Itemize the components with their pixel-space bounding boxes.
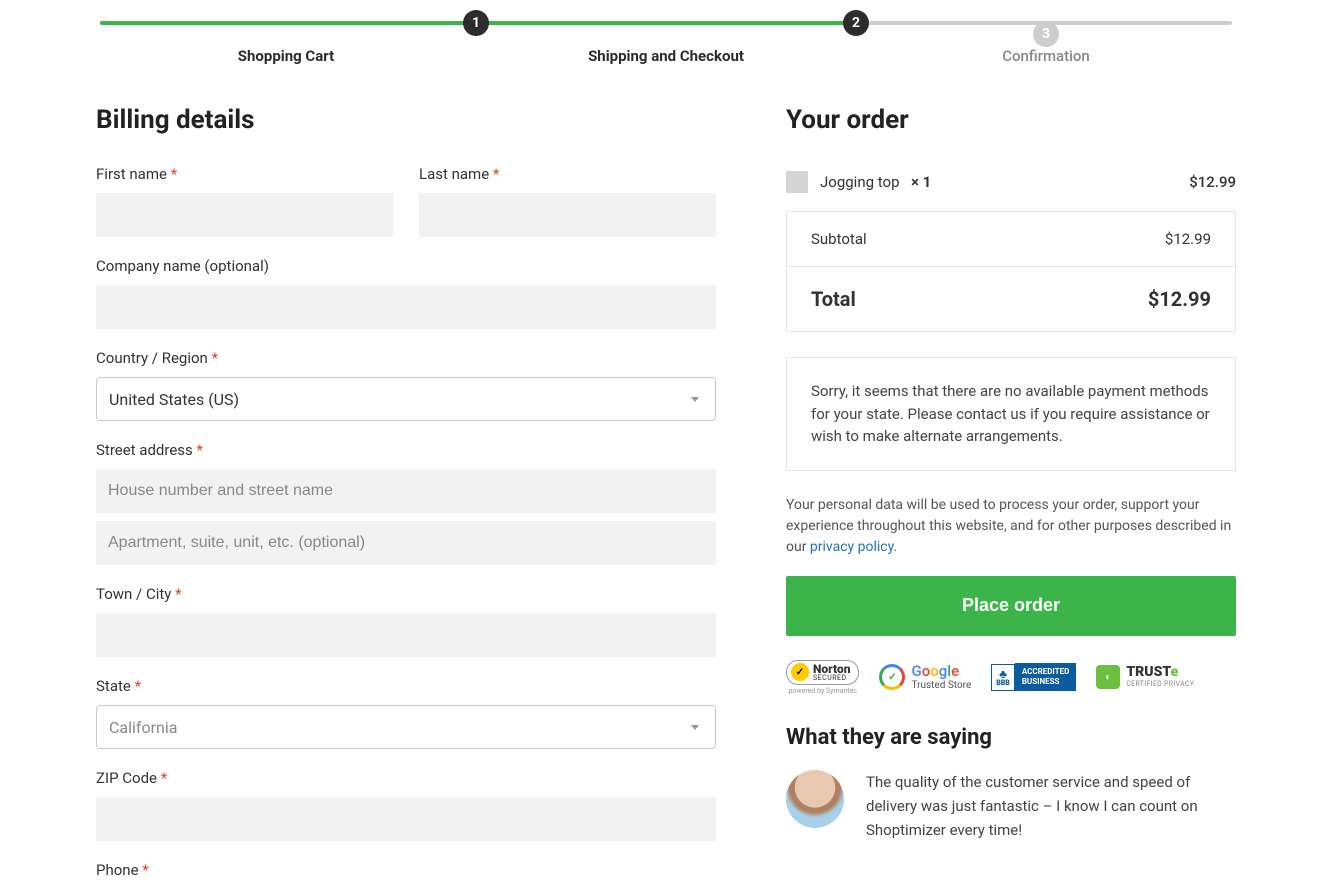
label-street: Street address * xyxy=(96,441,716,459)
privacy-text: Your personal data will be used to proce… xyxy=(786,495,1236,558)
product-price: $12.99 xyxy=(1189,173,1236,191)
step-label: Confirmation xyxy=(856,47,1236,65)
privacy-policy-link[interactable]: privacy policy xyxy=(810,539,894,555)
label-phone: Phone * xyxy=(96,861,716,879)
testimonial: The quality of the customer service and … xyxy=(786,770,1236,842)
label-zip: ZIP Code * xyxy=(96,769,716,787)
order-totals: Subtotal $12.99 Total $12.99 xyxy=(786,211,1236,332)
address1-field[interactable] xyxy=(96,469,716,513)
address2-field[interactable] xyxy=(96,521,716,565)
total-label: Total xyxy=(811,287,856,311)
subtotal-value: $12.99 xyxy=(1165,230,1211,248)
label-country: Country / Region * xyxy=(96,349,716,367)
label-first-name: First name * xyxy=(96,165,393,183)
country-select[interactable]: United States (US) xyxy=(96,377,716,421)
google-trusted-badge: ✓ Google Trusted Store xyxy=(879,663,971,691)
order-heading: Your order xyxy=(786,105,1236,135)
label-company: Company name (optional) xyxy=(96,257,716,275)
product-name: Jogging top xyxy=(820,173,900,191)
checkmark-icon: ✓ xyxy=(879,664,905,690)
chevron-down-icon xyxy=(691,397,699,402)
step-label: Shipping and Checkout xyxy=(476,47,856,65)
product-qty: × 1 xyxy=(911,173,931,191)
city-field[interactable] xyxy=(96,613,716,657)
country-value: United States (US) xyxy=(109,390,239,409)
subtotal-label: Subtotal xyxy=(811,230,867,248)
company-field[interactable] xyxy=(96,285,716,329)
label-state: State * xyxy=(96,677,716,695)
state-select[interactable]: California xyxy=(96,705,716,749)
first-name-field[interactable] xyxy=(96,193,393,237)
trust-badges: ✓ Norton SECURED powered by Symantec ✓ xyxy=(786,660,1236,695)
label-last-name: Last name * xyxy=(419,165,716,183)
testimonial-quote: The quality of the customer service and … xyxy=(866,770,1236,842)
order-item-row: Jogging top × 1 $12.99 xyxy=(786,165,1236,211)
step-checkout[interactable]: 2 Shipping and Checkout xyxy=(476,10,856,65)
product-thumbnail xyxy=(786,171,808,193)
billing-heading: Billing details xyxy=(96,105,716,135)
step-number: 3 xyxy=(1033,21,1059,47)
place-order-button[interactable]: Place order xyxy=(786,576,1236,636)
last-name-field[interactable] xyxy=(419,193,716,237)
checkout-progress: 1 Shopping Cart 2 Shipping and Checkout … xyxy=(96,10,1236,65)
avatar xyxy=(786,770,844,828)
bbb-badge: ♣ BBB ACCREDITED BUSINESS xyxy=(991,663,1076,690)
label-city: Town / City * xyxy=(96,585,716,603)
norton-badge: ✓ Norton SECURED powered by Symantec xyxy=(786,660,859,695)
step-number: 1 xyxy=(463,10,489,36)
payment-notice: Sorry, it seems that there are no availa… xyxy=(786,357,1236,471)
total-value: $12.99 xyxy=(1148,287,1211,311)
truste-badge: ◐ TRUSTe CERTIFIED PRIVACY xyxy=(1096,665,1194,689)
chevron-down-icon xyxy=(691,725,699,730)
checkmark-icon: ✓ xyxy=(791,663,809,681)
state-value: California xyxy=(109,718,177,737)
testimonials-heading: What they are saying xyxy=(786,725,1236,750)
step-number: 2 xyxy=(843,10,869,36)
torch-icon: ♣ xyxy=(999,668,1007,680)
step-label: Shopping Cart xyxy=(96,47,476,65)
shield-icon: ◐ xyxy=(1096,665,1120,689)
step-confirmation: 3 Confirmation xyxy=(856,10,1236,65)
zip-field[interactable] xyxy=(96,797,716,841)
step-cart[interactable]: 1 Shopping Cart xyxy=(96,10,476,65)
